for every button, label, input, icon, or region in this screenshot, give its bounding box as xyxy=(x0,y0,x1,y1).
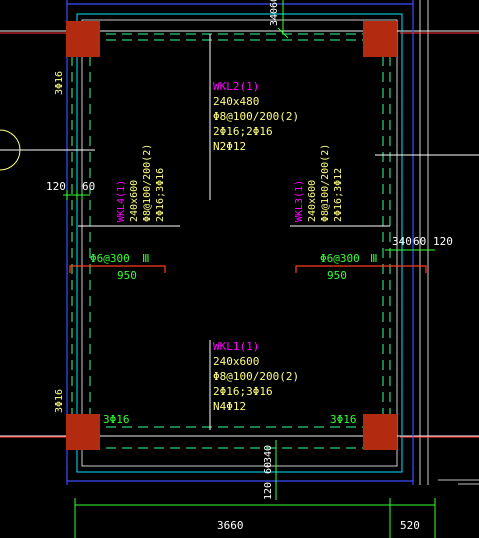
left-slab-width: 950 xyxy=(117,269,137,282)
wkl2-name: WKL2(1) xyxy=(213,80,259,93)
wkl1-side: N4Φ12 xyxy=(213,400,246,413)
wkl1-bars: 2Φ16;3Φ16 xyxy=(213,385,273,398)
dim-bottom-340: 340 xyxy=(263,445,274,463)
beam-wkl2-annotation: WKL2(1) 240x480 Φ8@100/200(2) 2Φ16;2Φ16 … xyxy=(213,80,299,153)
dim-bottom-3660: 3660 xyxy=(217,519,244,532)
left-top-bar-note: 3Φ16 xyxy=(54,71,65,95)
wkl2-side: N2Φ12 xyxy=(213,140,246,153)
beam-wkl1-annotation: WKL1(1) 240x600 Φ8@100/200(2) 2Φ16;3Φ16 … xyxy=(213,340,299,413)
dim-left-120: 120 xyxy=(46,180,66,193)
column-top-left xyxy=(66,21,100,57)
dim-top-340: 340 xyxy=(269,8,280,26)
right-slab-width: 950 xyxy=(327,269,347,282)
right-slab-spec: Φ6@300 xyxy=(320,252,360,265)
dim-bottom-520: 520 xyxy=(400,519,420,532)
cad-drawing-viewport: WKL2(1) 240x480 Φ8@100/200(2) 2Φ16;2Φ16 … xyxy=(0,0,479,538)
dim-right-60: 60 xyxy=(413,235,426,248)
dim-top-60: 60 xyxy=(269,0,280,8)
bottom-right-bar-note: 3Φ16 xyxy=(330,413,357,426)
column-bottom-right xyxy=(363,414,397,450)
column-top-right xyxy=(363,21,397,57)
left-slab-note: Φ6@300 Ⅲ 950 xyxy=(90,252,150,282)
wkl4-name: WKL4(1) xyxy=(116,180,127,222)
wkl1-stirrup: Φ8@100/200(2) xyxy=(213,370,299,383)
wkl2-stirrup: Φ8@100/200(2) xyxy=(213,110,299,123)
wkl2-bars: 2Φ16;2Φ16 xyxy=(213,125,273,138)
wkl4-stirrup: Φ8@100/200(2) xyxy=(142,144,153,222)
dim-right-340: 340 xyxy=(392,235,412,248)
right-slab-bar xyxy=(295,265,427,273)
wkl4-size: 240x600 xyxy=(129,180,140,222)
wkl2-size: 240x480 xyxy=(213,95,259,108)
wkl1-size: 240x600 xyxy=(213,355,259,368)
wkl3-bars: 2Φ16;3Φ12 xyxy=(333,168,344,222)
beam-wkl3-annotation: WKL3(1) 240x600 Φ8@100/200(2) 2Φ16;3Φ12 xyxy=(294,144,344,222)
wkl3-stirrup: Φ8@100/200(2) xyxy=(320,144,331,222)
right-slab-note: Φ6@300 Ⅲ 950 xyxy=(320,252,378,282)
left-slab-mark: Ⅲ xyxy=(142,252,150,265)
dim-left-60: 60 xyxy=(82,180,95,193)
wkl1-name: WKL1(1) xyxy=(213,340,259,353)
left-bottom-bar-note: 3Φ16 xyxy=(54,389,65,413)
right-slab-mark: Ⅲ xyxy=(370,252,378,265)
structural-plan-drawing: WKL2(1) 240x480 Φ8@100/200(2) 2Φ16;2Φ16 … xyxy=(0,0,479,538)
left-slab-spec: Φ6@300 xyxy=(90,252,130,265)
dim-right-120: 120 xyxy=(433,235,453,248)
dim-bottom-120: 120 xyxy=(263,482,274,500)
bottom-left-bar-note: 3Φ16 xyxy=(103,413,130,426)
beam-wkl4-annotation: WKL4(1) 240x600 Φ8@100/200(2) 2Φ16;3Φ16 xyxy=(116,144,166,222)
wkl3-name: WKL3(1) xyxy=(294,180,305,222)
column-bottom-left xyxy=(66,414,100,450)
wkl4-bars: 2Φ16;3Φ16 xyxy=(155,168,166,222)
wkl3-size: 240x600 xyxy=(307,180,318,222)
